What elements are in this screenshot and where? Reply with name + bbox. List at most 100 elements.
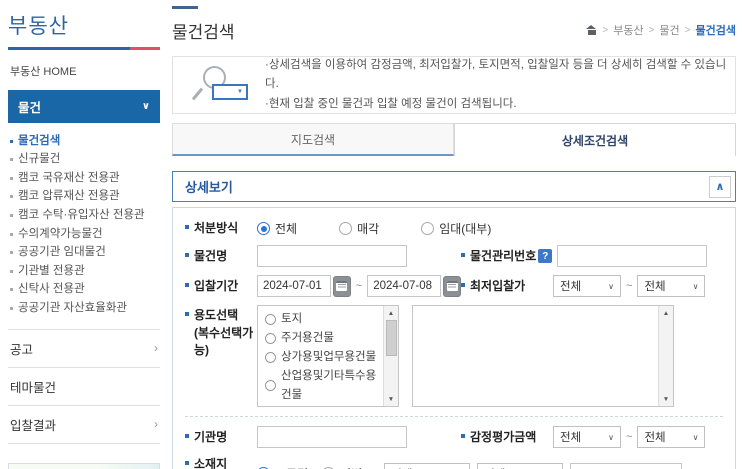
sidebar-section-bid-results[interactable]: 입찰결과 › <box>8 404 160 443</box>
sidebar-menu-header[interactable]: 물건 ∨ <box>8 90 160 123</box>
home-icon[interactable] <box>586 25 597 35</box>
info-line: ·현재 입찰 중인 물건과 입찰 예정 물건이 검색됩니다. <box>265 97 517 110</box>
usage-option-mixed[interactable]: 용도복합용건물 <box>265 404 381 406</box>
sidebar-item-by-institution[interactable]: 기관별 전용관 <box>8 262 160 281</box>
bullet-icon <box>10 139 13 143</box>
promo-banner[interactable]: 사회공헌장터 나눔매칭 서비스 자세히보기 › ▶ ‹ › <box>8 462 160 469</box>
usage-option-residential[interactable]: 주거용건물 <box>265 329 381 348</box>
tab-detail-search[interactable]: 상세조건검색 <box>454 123 736 156</box>
usage-option-land[interactable]: 토지 <box>265 310 381 329</box>
sidebar-item-asset-efficiency[interactable]: 공공기관 자산효율화관 <box>8 299 160 318</box>
bid-period-label: 입찰기간 <box>185 278 257 295</box>
detail-panel-header: 상세보기 ∧ <box>172 171 736 202</box>
dropdown-arrow-icon: ▼ <box>237 89 243 95</box>
breadcrumb-item[interactable]: 물건 <box>659 22 679 38</box>
tab-map-search[interactable]: 지도검색 <box>172 123 454 156</box>
title-underline <box>8 47 160 50</box>
bid-period-to-input[interactable] <box>367 275 442 298</box>
appraisal-to-select[interactable]: 전체 ∨ <box>637 426 706 449</box>
disposal-radio-lease[interactable]: 임대(대부) <box>421 220 491 237</box>
calendar-icon[interactable] <box>333 275 351 297</box>
tilde-separator: ~ <box>626 431 633 444</box>
sidebar-section-theme[interactable]: 테마물건 <box>8 366 160 405</box>
sidebar-item-new-property[interactable]: 신규물건 <box>8 151 160 170</box>
scrollbar[interactable]: ▲ ▼ <box>658 306 673 407</box>
min-bid-label: 최저입찰가 <box>461 278 553 295</box>
sidebar-section-notice[interactable]: 공고 › <box>8 328 160 367</box>
select-arrow-icon: ∨ <box>692 281 699 291</box>
breadcrumb-item[interactable]: 부동산 <box>613 22 643 38</box>
usage-select-label: 용도선택 (복수선택가능) <box>185 305 257 359</box>
sidebar-item-kamco-trust[interactable]: 캠코 수탁·유입자산 전용관 <box>8 206 160 225</box>
radio-icon <box>265 314 276 326</box>
breadcrumb-separator: > <box>684 24 691 36</box>
search-form: 처분방식 전체 매각 임대(대부) 물건명 물건관리번호 ? 입찰기간 2024… <box>172 207 736 469</box>
appraisal-from-select[interactable]: 전체 ∨ <box>553 426 621 449</box>
section-label: 공고 <box>10 342 34 357</box>
bullet-icon <box>10 195 13 199</box>
sidebar-item-kamco-seized[interactable]: 캠코 압류재산 전용관 <box>8 188 160 207</box>
magnifier-handle <box>191 87 204 101</box>
sidebar-title: 부동산 <box>8 15 69 38</box>
sidebar-item-label: 수의계약가능물건 <box>18 227 103 240</box>
magnifier-icon: ▼ <box>173 65 265 105</box>
sidebar-item-label: 캠코 국유재산 전용관 <box>18 171 120 184</box>
main-content: 물건검색 > 부동산 > 물건 > 물건검색 ▼ ·상세검색을 이용하여 감정금… <box>172 0 736 469</box>
row-organization: 기관명 감정평가금액 전체 ∨ ~ 전체 ∨ <box>185 422 723 452</box>
radio-icon <box>421 222 435 236</box>
property-name-input[interactable] <box>257 245 407 268</box>
sidebar-item-private-contract[interactable]: 수의계약가능물건 <box>8 225 160 244</box>
scroll-down-icon[interactable]: ▼ <box>388 392 394 406</box>
bullet-icon <box>10 288 13 292</box>
min-bid-from-select[interactable]: 전체 ∨ <box>553 275 621 298</box>
usage-selected-listbox[interactable]: ▲ ▼ <box>412 305 674 408</box>
section-label: 테마물건 <box>10 380 57 395</box>
organization-input[interactable] <box>257 426 407 449</box>
sidebar-item-label: 물건검색 <box>18 134 61 147</box>
sidebar-item-label: 기관별 전용관 <box>18 264 85 277</box>
min-bid-to-select[interactable]: 전체 ∨ <box>637 275 706 298</box>
scroll-down-icon[interactable]: ▼ <box>663 392 669 406</box>
disposal-method-label: 처분방식 <box>185 220 257 237</box>
help-icon[interactable]: ? <box>538 249 553 264</box>
sidebar-item-label: 신규물건 <box>18 153 61 166</box>
disposal-radio-all[interactable]: 전체 <box>257 220 297 237</box>
title-underline-blue <box>8 47 130 50</box>
select-arrow-icon: ∨ <box>692 432 699 442</box>
sidebar-item-kamco-national[interactable]: 캠코 국유재산 전용관 <box>8 169 160 188</box>
location-radio-lot-number[interactable]: 지번 <box>322 465 362 469</box>
radio-selected-icon <box>257 222 270 236</box>
title-accent-line <box>172 6 198 9</box>
magnifier-searchbox: ▼ <box>212 84 248 100</box>
label-bullet-icon <box>461 282 465 287</box>
scrollbar[interactable]: ▲ ▼ <box>383 306 398 407</box>
usage-option-industrial[interactable]: 산업용및기타특수용건물 <box>265 367 381 405</box>
location-radio-road-name[interactable]: 도로명 <box>257 465 308 469</box>
usage-option-commercial[interactable]: 상가용및업무용건물 <box>265 348 381 367</box>
sidebar-item-public-rental[interactable]: 공공기관 임대물건 <box>8 244 160 263</box>
sidebar-item-home[interactable]: 부동산 HOME <box>8 50 160 90</box>
scroll-up-icon[interactable]: ▲ <box>663 306 669 320</box>
chevron-right-icon: › <box>154 341 158 356</box>
scroll-thumb[interactable] <box>385 320 397 357</box>
row-bid-period: 입찰기간 ~ 최저입찰가 전체 ∨ <box>185 271 723 301</box>
mgmt-no-input[interactable] <box>557 245 708 268</box>
section-label: 입찰결과 <box>10 418 57 433</box>
bid-period-from-input[interactable] <box>257 275 331 298</box>
location-region2-select[interactable]: 전체 ∨ <box>477 462 564 469</box>
select-arrow-icon: ∨ <box>608 432 614 442</box>
disposal-radio-sale[interactable]: 매각 <box>339 220 379 237</box>
sidebar-item-property-search[interactable]: 물건검색 <box>8 132 160 151</box>
breadcrumb-separator: > <box>602 24 609 36</box>
label-bullet-icon <box>461 433 465 438</box>
radio-icon <box>265 333 276 345</box>
location-region1-select[interactable]: 전체 ∨ <box>384 462 471 469</box>
scroll-up-icon[interactable]: ▲ <box>388 306 394 320</box>
collapse-button[interactable]: ∧ <box>709 175 731 198</box>
label-bullet-icon <box>185 433 189 438</box>
calendar-icon[interactable] <box>443 275 461 297</box>
sidebar-menu-list: 물건검색 신규물건 캠코 국유재산 전용관 캠코 압류재산 전용관 캠코 수탁·… <box>8 123 160 329</box>
usage-options-listbox[interactable]: 토지 주거용건물 상가용및업무용건물 산업용및기타특수용건물 ▲ ▼ <box>257 305 399 408</box>
sidebar-item-trust-company[interactable]: 신탁사 전용관 <box>8 281 160 300</box>
location-detail-input[interactable] <box>570 462 683 469</box>
